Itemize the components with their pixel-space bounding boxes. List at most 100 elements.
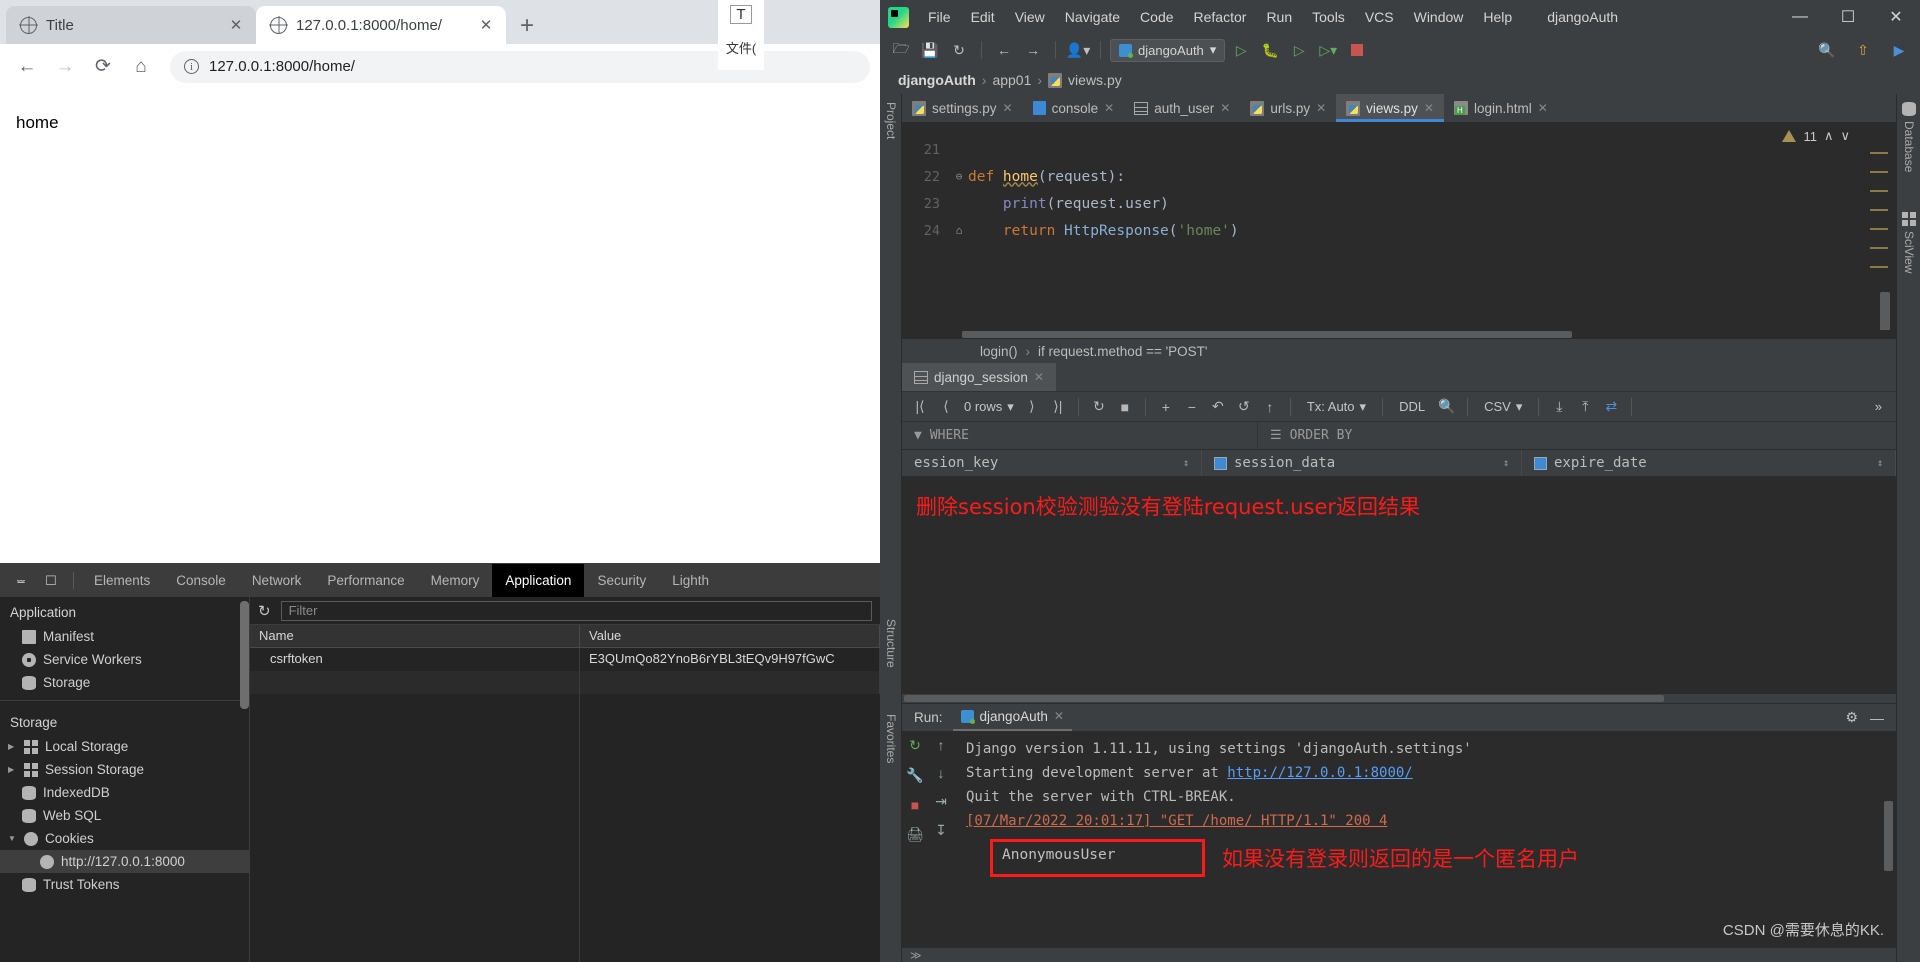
menu-file[interactable]: File xyxy=(919,5,960,29)
print-icon[interactable]: 🖨 xyxy=(906,826,924,843)
export-format[interactable]: CSV ▾ xyxy=(1476,399,1530,415)
inspect-icon[interactable]: ⏕ xyxy=(6,568,36,594)
menu-vcs[interactable]: VCS xyxy=(1356,5,1403,29)
tab-memory[interactable]: Memory xyxy=(418,564,493,597)
where-filter[interactable]: ▼ WHERE xyxy=(902,422,1258,449)
column-session-key[interactable]: ession_key ↕ xyxy=(902,450,1202,476)
sidebar-item-session-storage[interactable]: ▶ Session Storage xyxy=(0,758,249,781)
add-row-icon[interactable]: + xyxy=(1154,395,1178,419)
refresh-icon[interactable]: ↻ xyxy=(258,602,271,620)
sidebar-item-web-sql[interactable]: Web SQL xyxy=(0,804,249,827)
scroll-end-icon[interactable]: ↧ xyxy=(935,822,947,839)
editor-tab-views[interactable]: views.py ✕ xyxy=(1336,94,1444,122)
sidebar-item-cookie-origin[interactable]: http://127.0.0.1:8000 xyxy=(0,850,249,873)
stop-icon[interactable] xyxy=(1344,38,1370,62)
minimize-button[interactable]: — xyxy=(1776,0,1824,34)
sort-arrow-icon[interactable]: ↕ xyxy=(1877,458,1883,469)
close-icon[interactable]: ✕ xyxy=(1316,101,1326,115)
menu-edit[interactable]: Edit xyxy=(962,5,1004,29)
expand-icon[interactable]: ≫ xyxy=(910,949,922,962)
chevron-down-icon[interactable]: ▼ xyxy=(8,834,17,843)
run-icon[interactable]: ▷ xyxy=(1228,38,1254,62)
reload-icon[interactable]: ⟳ xyxy=(86,50,120,84)
chevron-up-icon[interactable]: ∧ xyxy=(1824,128,1834,144)
close-icon[interactable]: ✕ xyxy=(478,16,494,34)
close-icon[interactable]: ✕ xyxy=(1104,101,1114,115)
sidebar-scrollbar[interactable] xyxy=(240,601,249,709)
close-icon[interactable]: ✕ xyxy=(1034,370,1044,384)
fold-marker[interactable]: ⌂ xyxy=(950,224,968,237)
run-output-area[interactable]: ↻ 🔧 ■ 🖨 ↑ ↓ ⇥ ↧ Django version 1.11.11, … xyxy=(902,731,1896,948)
browser-tab-home[interactable]: 127.0.0.1:8000/home/ ✕ xyxy=(256,6,506,44)
menu-help[interactable]: Help xyxy=(1474,5,1521,29)
chevron-down-icon[interactable]: ∨ xyxy=(1840,128,1850,144)
tab-elements[interactable]: Elements xyxy=(81,564,163,597)
revert-selected-icon[interactable]: ↺ xyxy=(1232,395,1256,419)
close-icon[interactable]: ✕ xyxy=(1003,101,1013,115)
close-icon[interactable]: ✕ xyxy=(1424,101,1434,115)
stop-icon[interactable]: ■ xyxy=(911,797,919,813)
sidebar-item-cookies[interactable]: ▼ Cookies xyxy=(0,827,249,850)
run-configuration-selector[interactable]: djangoAuth ▾ xyxy=(1110,38,1226,62)
editor-tab-urls[interactable]: urls.py ✕ xyxy=(1240,94,1336,122)
sidebar-item-local-storage[interactable]: ▶ Local Storage xyxy=(0,735,249,758)
tool-window-structure[interactable]: Structure xyxy=(884,619,898,668)
tool-window-project[interactable]: Project xyxy=(884,102,898,139)
address-bar[interactable]: i 127.0.0.1:8000/home/ xyxy=(170,50,870,83)
breadcrumb-project[interactable]: djangoAuth xyxy=(898,72,976,88)
browser-icon[interactable]: ▶ xyxy=(1886,38,1912,62)
editor-tab-console[interactable]: console ✕ xyxy=(1023,94,1125,122)
tab-performance[interactable]: Performance xyxy=(314,564,417,597)
up-arrow-icon[interactable]: ↑ xyxy=(938,737,945,753)
minimize-icon[interactable]: — xyxy=(1870,710,1884,726)
revert-icon[interactable]: ↶ xyxy=(1206,395,1230,419)
search-icon[interactable]: 🔍 xyxy=(1435,395,1459,419)
tab-security[interactable]: Security xyxy=(584,564,659,597)
breadcrumb-app[interactable]: app01 xyxy=(992,72,1031,88)
rerun-icon[interactable]: ↻ xyxy=(909,737,921,754)
breadcrumb-function[interactable]: login() xyxy=(980,344,1018,359)
column-header-value[interactable]: Value xyxy=(580,625,880,647)
table-row[interactable]: csrftoken E3QUmQo82YnoB6rYBL3tEQv9H97fGw… xyxy=(250,648,880,671)
fold-marker[interactable]: ⊖ xyxy=(950,170,968,183)
inspection-status[interactable]: 11 ∧ ∨ xyxy=(1782,128,1850,144)
editor-horizontal-scrollbar[interactable] xyxy=(902,330,1896,339)
last-page-icon[interactable]: ⟩| xyxy=(1046,395,1070,419)
output-server-link[interactable]: http://127.0.0.1:8000/ xyxy=(1227,765,1412,781)
prev-page-icon[interactable]: ⟨ xyxy=(934,395,958,419)
device-toggle-icon[interactable]: ☐ xyxy=(36,568,66,594)
breadcrumb-file[interactable]: views.py xyxy=(1068,72,1122,88)
close-icon[interactable]: ✕ xyxy=(228,16,244,34)
menu-navigate[interactable]: Navigate xyxy=(1056,5,1129,29)
run-vertical-scrollbar[interactable] xyxy=(1884,801,1893,871)
upload-icon[interactable]: ⤒ xyxy=(1573,395,1597,419)
editor-tab-settings[interactable]: settings.py ✕ xyxy=(902,94,1023,122)
breadcrumb-condition[interactable]: if request.method == 'POST' xyxy=(1038,344,1208,359)
sidebar-item-service-workers[interactable]: Service Workers xyxy=(0,648,249,671)
save-icon[interactable]: 💾 xyxy=(917,38,943,62)
browser-tab-title[interactable]: Title ✕ xyxy=(6,6,256,44)
delete-row-icon[interactable]: − xyxy=(1180,395,1204,419)
chevron-right-icon[interactable]: ▶ xyxy=(8,742,17,751)
forward-icon[interactable]: → xyxy=(48,50,82,84)
site-info-icon[interactable]: i xyxy=(184,59,199,74)
transaction-mode[interactable]: Tx: Auto ▾ xyxy=(1299,399,1374,415)
update-icon[interactable]: ⇧ xyxy=(1850,38,1876,62)
chevron-right-icon[interactable]: ▶ xyxy=(8,765,17,774)
next-page-icon[interactable]: ⟩ xyxy=(1020,395,1044,419)
new-tab-button[interactable]: + xyxy=(506,14,548,44)
database-horizontal-scrollbar[interactable] xyxy=(902,694,1896,703)
folder-open-icon[interactable]: 🗁 xyxy=(888,38,914,62)
sync-icon[interactable]: ↻ xyxy=(946,38,972,62)
stop-icon[interactable]: ■ xyxy=(1113,395,1137,419)
database-tab-django-session[interactable]: django_session ✕ xyxy=(902,363,1056,391)
profile-run-icon[interactable]: ▷▾ xyxy=(1315,38,1341,62)
menu-code[interactable]: Code xyxy=(1131,5,1182,29)
scrollbar-thumb[interactable] xyxy=(904,695,1664,702)
refresh-icon[interactable]: ↻ xyxy=(1087,395,1111,419)
ddl-button[interactable]: DDL xyxy=(1391,399,1433,414)
row-count[interactable]: 0 rows ▾ xyxy=(960,399,1018,415)
submit-icon[interactable]: ↑ xyxy=(1258,395,1282,419)
menu-refactor[interactable]: Refactor xyxy=(1185,5,1256,29)
arrow-right-icon[interactable]: → xyxy=(1020,38,1046,62)
